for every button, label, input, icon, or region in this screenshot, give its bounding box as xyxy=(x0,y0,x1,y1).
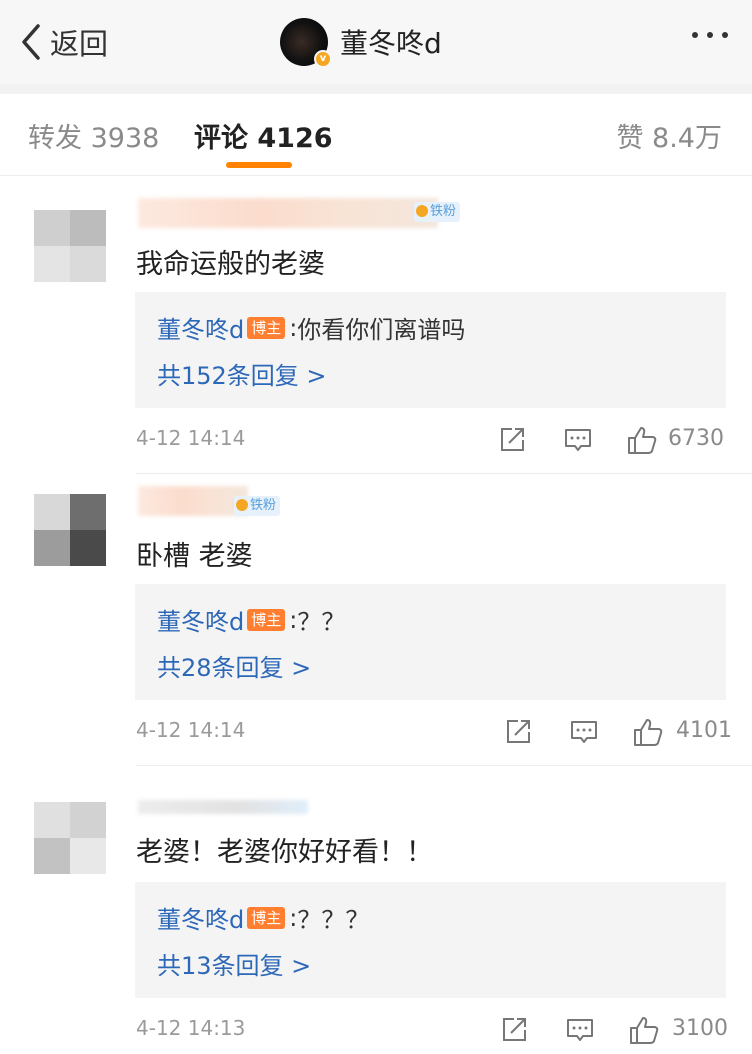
commenter-name-blurred[interactable] xyxy=(138,486,248,516)
active-tab-indicator xyxy=(226,162,292,168)
comment-item: 铁粉 我命运般的老婆 董冬咚d 博主 : 你看你们离谱吗 共152条回复 > 4… xyxy=(0,176,752,474)
comment-time: 4-12 14:14 xyxy=(136,426,246,450)
commenter-name-blurred[interactable] xyxy=(138,800,308,814)
host-badge: 博主 xyxy=(247,316,286,339)
comment-time: 4-12 14:13 xyxy=(136,1016,246,1040)
fan-badge: 铁粉 xyxy=(234,496,281,516)
author-name: 董冬咚d xyxy=(340,27,442,60)
commenter-avatar[interactable] xyxy=(34,210,106,282)
back-button[interactable]: 返回 xyxy=(18,20,108,64)
thumbs-up-icon[interactable] xyxy=(626,424,658,460)
reply-author[interactable]: 董冬咚d xyxy=(157,900,244,935)
author-avatar[interactable]: v xyxy=(280,18,332,68)
tab-forward[interactable]: 转发 3938 xyxy=(28,116,159,155)
thumbs-up-icon[interactable] xyxy=(628,1014,660,1050)
reply-preview[interactable]: 董冬咚d 博主 : ？？ 共28条回复 > xyxy=(135,584,726,700)
reply-colon: : xyxy=(289,313,298,342)
repost-icon[interactable] xyxy=(498,1014,530,1050)
back-label: 返回 xyxy=(50,27,109,61)
comment-meta: 4-12 14:14 4101 xyxy=(0,712,752,752)
comment-meta: 4-12 14:13 3100 xyxy=(0,1010,752,1050)
thumbs-up-icon[interactable] xyxy=(632,716,664,752)
comment-text: 我命运般的老婆 xyxy=(136,249,325,280)
more-dots-icon[interactable] xyxy=(692,32,728,38)
host-badge: 博主 xyxy=(247,608,286,631)
commenter-name-blurred[interactable] xyxy=(138,198,438,228)
comment-item: 老婆！老婆你好好看！！ 董冬咚d 博主 : ？？？ 共13条回复 > 4-12 … xyxy=(0,766,752,1054)
reply-line: 董冬咚d 博主 : ？？？ xyxy=(157,900,369,935)
reply-line: 董冬咚d 博主 : ？？ xyxy=(157,602,345,637)
comment-text: 老婆！老婆你好好看！！ xyxy=(136,837,433,868)
repost-icon[interactable] xyxy=(496,424,528,460)
comment-item: 铁粉 卧槽 老婆 董冬咚d 博主 : ？？ 共28条回复 > 4-12 14:1… xyxy=(0,474,752,766)
verified-badge: v xyxy=(314,50,332,68)
reply-colon: : xyxy=(289,903,298,932)
reply-count-link[interactable]: 共28条回复 > xyxy=(157,648,311,683)
comment-icon[interactable] xyxy=(568,716,600,752)
reply-colon: : xyxy=(289,605,298,634)
reply-count-link[interactable]: 共152条回复 > xyxy=(157,356,327,391)
reply-text: 你看你们离谱吗 xyxy=(297,316,466,344)
repost-icon[interactable] xyxy=(502,716,534,752)
comment-icon[interactable] xyxy=(564,1014,596,1050)
reply-line: 董冬咚d 博主 : 你看你们离谱吗 xyxy=(157,310,465,345)
comment-text: 卧槽 老婆 xyxy=(136,541,253,572)
comment-icon[interactable] xyxy=(562,424,594,460)
comment-time: 4-12 14:14 xyxy=(136,718,246,742)
reply-text: ？？ xyxy=(297,608,346,636)
reply-preview[interactable]: 董冬咚d 博主 : ？？？ 共13条回复 > xyxy=(135,882,726,998)
tab-comment[interactable]: 评论 4126 xyxy=(194,116,333,155)
reply-count-link[interactable]: 共13条回复 > xyxy=(157,946,311,981)
host-badge: 博主 xyxy=(247,906,286,929)
tab-like[interactable]: 赞 8.4万 xyxy=(616,116,722,155)
tab-bar: 转发 3938 评论 4126 赞 8.4万 xyxy=(0,94,752,176)
reply-author[interactable]: 董冬咚d xyxy=(157,310,244,345)
commenter-avatar[interactable] xyxy=(34,494,106,566)
author-header[interactable]: v 董冬咚d xyxy=(280,16,442,68)
like-count: 6730 xyxy=(668,426,724,451)
top-nav-bar: 返回 v 董冬咚d xyxy=(0,0,752,84)
like-count: 3100 xyxy=(672,1016,728,1041)
fan-badge: 铁粉 xyxy=(414,202,461,222)
reply-author[interactable]: 董冬咚d xyxy=(157,602,244,637)
commenter-avatar[interactable] xyxy=(34,802,106,874)
reply-preview[interactable]: 董冬咚d 博主 : 你看你们离谱吗 共152条回复 > xyxy=(135,292,726,408)
reply-text: ？？？ xyxy=(297,906,370,934)
chevron-left-icon xyxy=(22,24,40,60)
comment-meta: 4-12 14:14 6730 xyxy=(0,420,752,460)
section-gap xyxy=(0,84,752,94)
like-count: 4101 xyxy=(676,718,732,743)
